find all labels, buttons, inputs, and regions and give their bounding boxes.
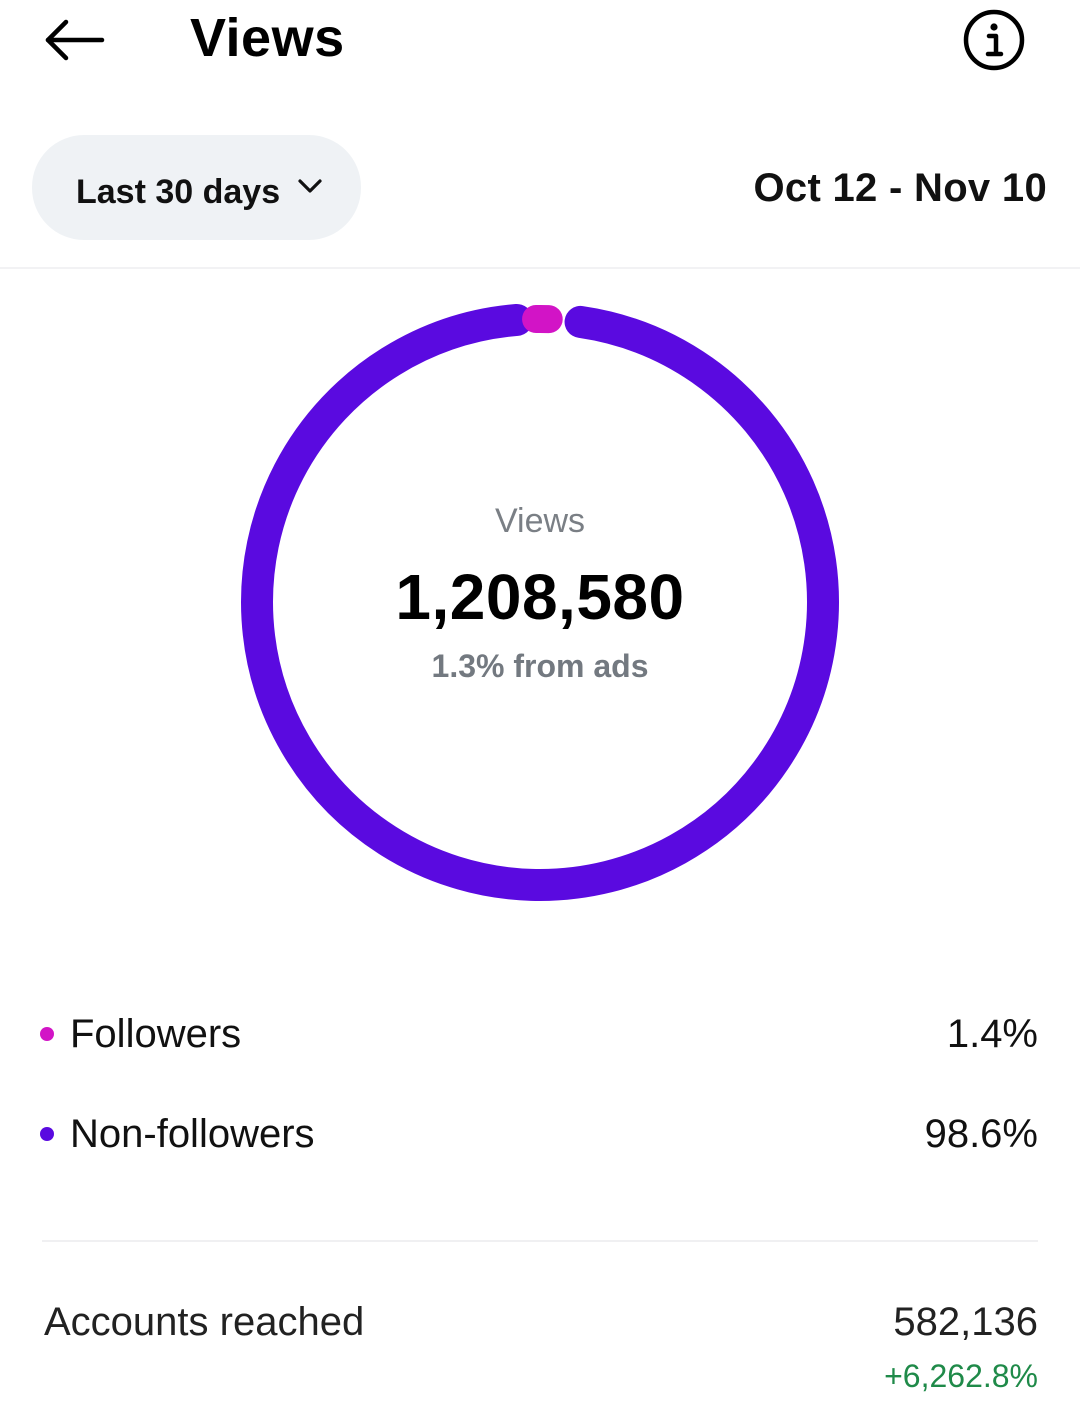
chevron-down-icon bbox=[296, 177, 324, 195]
divider bbox=[42, 1240, 1038, 1242]
accounts-reached-value: 582,136 bbox=[893, 1300, 1038, 1344]
legend-value: 98.6% bbox=[924, 1111, 1038, 1156]
date-range-text: Oct 12 - Nov 10 bbox=[753, 166, 1047, 210]
legend-item-non-followers: Non-followers 98.6% bbox=[40, 1104, 1038, 1164]
date-range-dropdown[interactable]: Last 30 days bbox=[32, 135, 361, 240]
back-button[interactable] bbox=[36, 8, 112, 72]
legend-value: 1.4% bbox=[946, 1011, 1038, 1056]
page-title: Views bbox=[190, 8, 345, 68]
legend-item-followers: Followers 1.4% bbox=[40, 1004, 1038, 1064]
legend-label: Non-followers bbox=[70, 1111, 315, 1156]
legend-label: Followers bbox=[70, 1011, 242, 1056]
donut-center: Views 1,208,580 1.3% from ads bbox=[240, 302, 840, 902]
views-total: 1,208,580 bbox=[395, 561, 685, 633]
arrow-left-icon bbox=[45, 19, 105, 61]
info-icon bbox=[963, 9, 1025, 71]
accounts-reached-change: +6,262.8% bbox=[884, 1358, 1038, 1394]
non-followers-dot bbox=[40, 1127, 54, 1141]
views-label: Views bbox=[494, 502, 586, 540]
date-range-label: Last 30 days bbox=[76, 173, 281, 211]
top-bar: Views bbox=[0, 0, 1080, 90]
accounts-reached-label: Accounts reached bbox=[44, 1300, 365, 1344]
info-button[interactable] bbox=[962, 8, 1026, 72]
followers-dot bbox=[40, 1027, 54, 1041]
divider bbox=[0, 267, 1080, 269]
ads-share: 1.3% from ads bbox=[431, 648, 649, 684]
